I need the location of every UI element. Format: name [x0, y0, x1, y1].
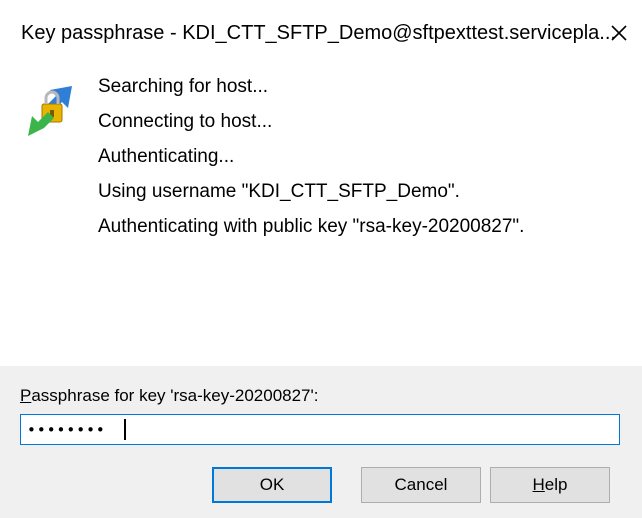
passphrase-input[interactable] [20, 414, 620, 445]
key-passphrase-dialog: Key passphrase - KDI_CTT_SFTP_Demo@sftpe… [0, 0, 642, 518]
text-caret [124, 419, 126, 440]
log-line: Authenticating... [98, 146, 235, 167]
cancel-button[interactable]: Cancel [361, 467, 481, 503]
title-bar[interactable]: Key passphrase - KDI_CTT_SFTP_Demo@sftpe… [0, 0, 642, 64]
log-line: Using username "KDI_CTT_SFTP_Demo". [98, 181, 460, 202]
ok-button[interactable]: OK [212, 467, 332, 503]
log-line: Authenticating with public key "rsa-key-… [98, 216, 525, 237]
key-connection-icon [28, 86, 72, 136]
log-line: Connecting to host... [98, 111, 273, 132]
close-icon [611, 25, 627, 41]
log-line: Searching for host... [98, 76, 269, 97]
window-title: Key passphrase - KDI_CTT_SFTP_Demo@sftpe… [21, 22, 616, 44]
log-panel: Searching for host... Connecting to host… [0, 64, 642, 366]
help-button[interactable]: Help [490, 467, 610, 503]
passphrase-label: Passphrase for key 'rsa-key-20200827': [20, 386, 319, 405]
close-button[interactable] [604, 18, 634, 48]
